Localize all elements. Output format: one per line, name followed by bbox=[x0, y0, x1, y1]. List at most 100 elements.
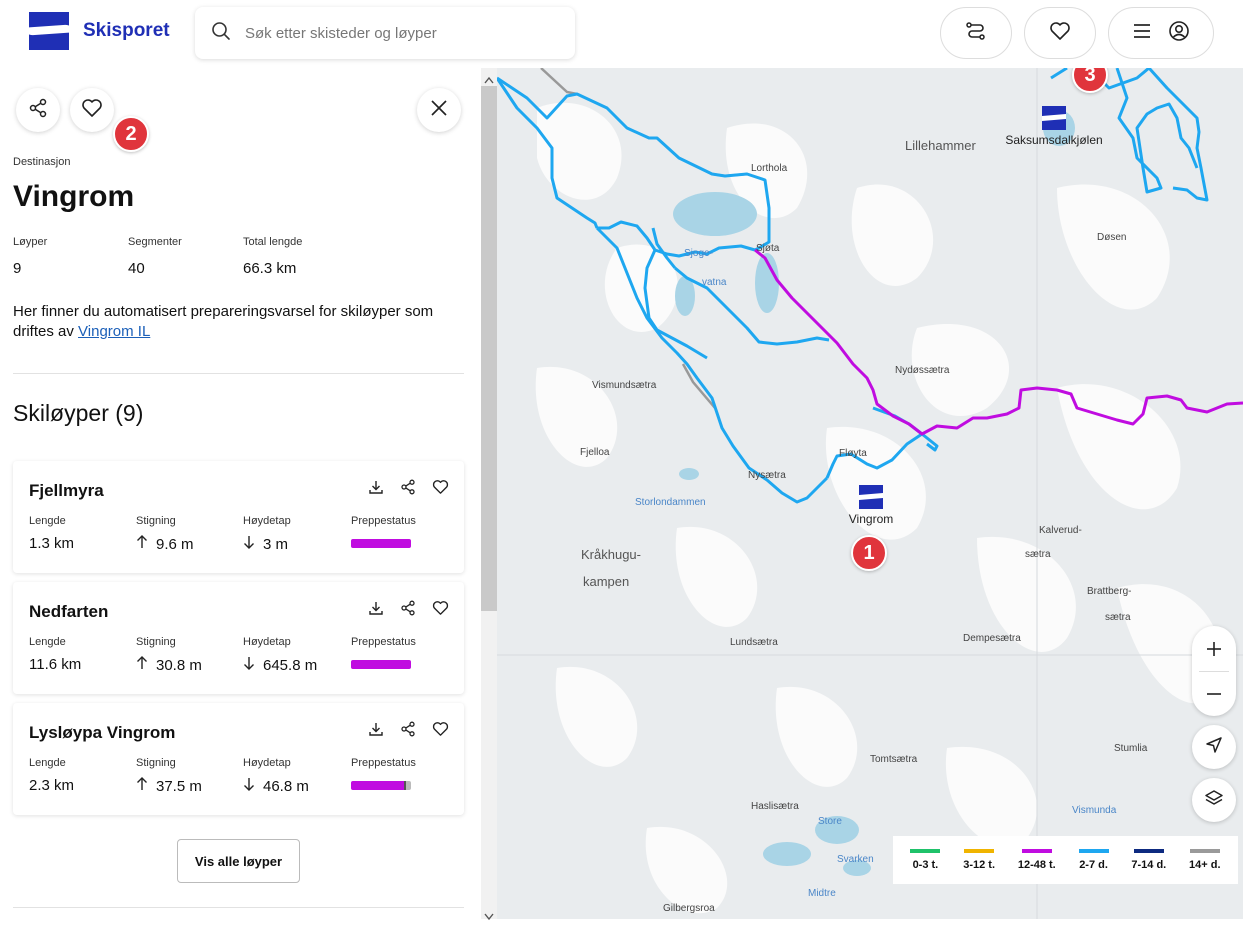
download-icon[interactable] bbox=[364, 596, 388, 620]
map-label: Fløyta bbox=[839, 448, 867, 459]
legend-label: 14+ d. bbox=[1189, 859, 1221, 871]
trail-card[interactable]: Lysløypa Vingrom Lengde 2.3 km Stigning … bbox=[13, 703, 464, 815]
download-icon[interactable] bbox=[364, 475, 388, 499]
divider bbox=[13, 373, 464, 374]
destination-logo-icon bbox=[859, 485, 883, 509]
locate-arrow-icon bbox=[1205, 736, 1223, 759]
prep-legend: 0-3 t. 3-12 t. 12-48 t. 2-7 d. 7-14 d. 1… bbox=[893, 836, 1238, 884]
stat-value: 66.3 km bbox=[243, 260, 297, 277]
arrow-down-icon bbox=[243, 777, 255, 795]
trail-length: Lengde 2.3 km bbox=[29, 757, 74, 794]
share-icon[interactable] bbox=[396, 475, 420, 499]
destination-marker-label: Vingrom bbox=[848, 512, 894, 526]
map-label: Kalverud- bbox=[1039, 525, 1082, 536]
stat-value: 9 bbox=[13, 260, 22, 277]
drop-label: Høydetap bbox=[243, 636, 291, 648]
share-icon[interactable] bbox=[396, 717, 420, 741]
drop-value: 46.8 m bbox=[263, 777, 309, 795]
map-label: Kråkhugu- bbox=[581, 547, 641, 562]
prep-label: Preppestatus bbox=[351, 636, 416, 648]
page-title: Vingrom bbox=[13, 180, 135, 213]
destination-description: Her finner du automatisert prepareringsv… bbox=[13, 302, 453, 342]
climb-value: 30.8 m bbox=[156, 656, 202, 674]
share-button[interactable] bbox=[16, 88, 60, 132]
zoom-controls bbox=[1192, 626, 1236, 716]
trail-card[interactable]: Nedfarten Lengde 11.6 km Stigning 30.8 m… bbox=[13, 582, 464, 694]
legend-item: 0-3 t. bbox=[910, 849, 941, 871]
prep-status-bar bbox=[351, 660, 411, 669]
destination-marker[interactable]: Saksumsdalkjølen bbox=[989, 106, 1119, 147]
close-icon bbox=[430, 99, 448, 122]
trail-drop: Høydetap 645.8 m bbox=[243, 636, 317, 674]
climb-label: Stigning bbox=[136, 515, 176, 527]
destination-logo-icon bbox=[1042, 106, 1066, 130]
map-label: Stumlia bbox=[1114, 743, 1148, 754]
length-value: 1.3 km bbox=[29, 535, 75, 552]
stat-label: Løyper bbox=[13, 236, 48, 248]
panel-scrollbar[interactable] bbox=[481, 68, 497, 921]
prep-label: Preppestatus bbox=[351, 515, 416, 527]
stat-total-length: Total lengde 66.3 km bbox=[243, 236, 302, 277]
arrow-up-icon bbox=[136, 656, 148, 674]
scroll-down-icon[interactable] bbox=[484, 908, 494, 926]
heart-icon bbox=[81, 98, 103, 123]
favorites-button[interactable] bbox=[1024, 7, 1096, 59]
stat-value: 40 bbox=[128, 260, 145, 277]
trails-section-title: Skiløyper (9) bbox=[13, 400, 144, 426]
trail-prep-status: Preppestatus bbox=[351, 515, 416, 548]
operator-link[interactable]: Vingrom IL bbox=[78, 323, 150, 340]
map-water-label: vatna bbox=[702, 277, 727, 288]
length-label: Lengde bbox=[29, 636, 66, 648]
map-label: Vismundsætra bbox=[592, 380, 657, 391]
legend-label: 0-3 t. bbox=[912, 859, 939, 871]
locate-button[interactable] bbox=[1192, 725, 1236, 769]
heart-icon[interactable] bbox=[428, 717, 452, 741]
annotation-badge: 2 bbox=[113, 116, 149, 152]
download-icon[interactable] bbox=[364, 717, 388, 741]
map-label: Haslisætra bbox=[751, 801, 799, 812]
legend-swatch bbox=[1189, 849, 1220, 853]
close-panel-button[interactable] bbox=[417, 88, 461, 132]
share-icon[interactable] bbox=[396, 596, 420, 620]
length-value: 11.6 km bbox=[29, 656, 82, 673]
trail-climb: Stigning 30.8 m bbox=[136, 636, 202, 674]
scrollbar-thumb[interactable] bbox=[481, 86, 497, 611]
map-water-label: Sjoge- bbox=[684, 248, 713, 259]
map-label: Nydøssætra bbox=[895, 365, 950, 376]
brand-logo-icon bbox=[29, 12, 69, 50]
destination-marker[interactable]: Vingrom bbox=[821, 485, 921, 526]
legend-item: 3-12 t. bbox=[963, 849, 995, 871]
trail-card[interactable]: Fjellmyra Lengde 1.3 km Stigning 9.6 m H… bbox=[13, 461, 464, 573]
trail-climb: Stigning 37.5 m bbox=[136, 757, 202, 795]
map-label: Gilbergsroa bbox=[663, 903, 715, 914]
trail-length: Lengde 1.3 km bbox=[29, 515, 74, 552]
route-button[interactable] bbox=[940, 7, 1012, 59]
heart-icon[interactable] bbox=[428, 475, 452, 499]
map-view[interactable]: Lillehammer Lorthola Sjøta Døsen Nydøssæ… bbox=[497, 68, 1243, 919]
trail-drop: Høydetap 46.8 m bbox=[243, 757, 309, 795]
length-label: Lengde bbox=[29, 515, 66, 527]
destination-marker-label: Saksumsdalkjølen bbox=[1005, 133, 1103, 147]
search-input[interactable]: Søk etter skisteder og løyper bbox=[195, 7, 575, 59]
map-label: Dempesætra bbox=[963, 633, 1021, 644]
heart-icon bbox=[1049, 21, 1071, 46]
prep-status-bar bbox=[351, 539, 411, 548]
route-icon bbox=[965, 21, 987, 46]
heart-icon[interactable] bbox=[428, 596, 452, 620]
destination-panel: 2 Destinasjon Vingrom Løyper 9 Segmenter… bbox=[0, 68, 481, 919]
layers-button[interactable] bbox=[1192, 778, 1236, 822]
show-all-trails-button[interactable]: Vis alle løyper bbox=[177, 839, 300, 883]
destination-type: Destinasjon bbox=[13, 156, 71, 168]
brand-name: Skisporet bbox=[83, 20, 170, 41]
menu-account-button[interactable] bbox=[1108, 7, 1214, 59]
zoom-out-icon[interactable] bbox=[1206, 672, 1222, 716]
favorite-destination-button[interactable] bbox=[70, 88, 114, 132]
trail-prep-status: Preppestatus bbox=[351, 636, 416, 669]
map-label: Lillehammer bbox=[905, 138, 976, 153]
brand-logo[interactable]: Skisporet bbox=[29, 12, 170, 50]
search-icon bbox=[211, 21, 231, 46]
arrow-up-icon bbox=[136, 777, 148, 795]
legend-item: 14+ d. bbox=[1189, 849, 1221, 871]
divider bbox=[13, 907, 464, 908]
zoom-in-icon[interactable] bbox=[1206, 627, 1222, 671]
